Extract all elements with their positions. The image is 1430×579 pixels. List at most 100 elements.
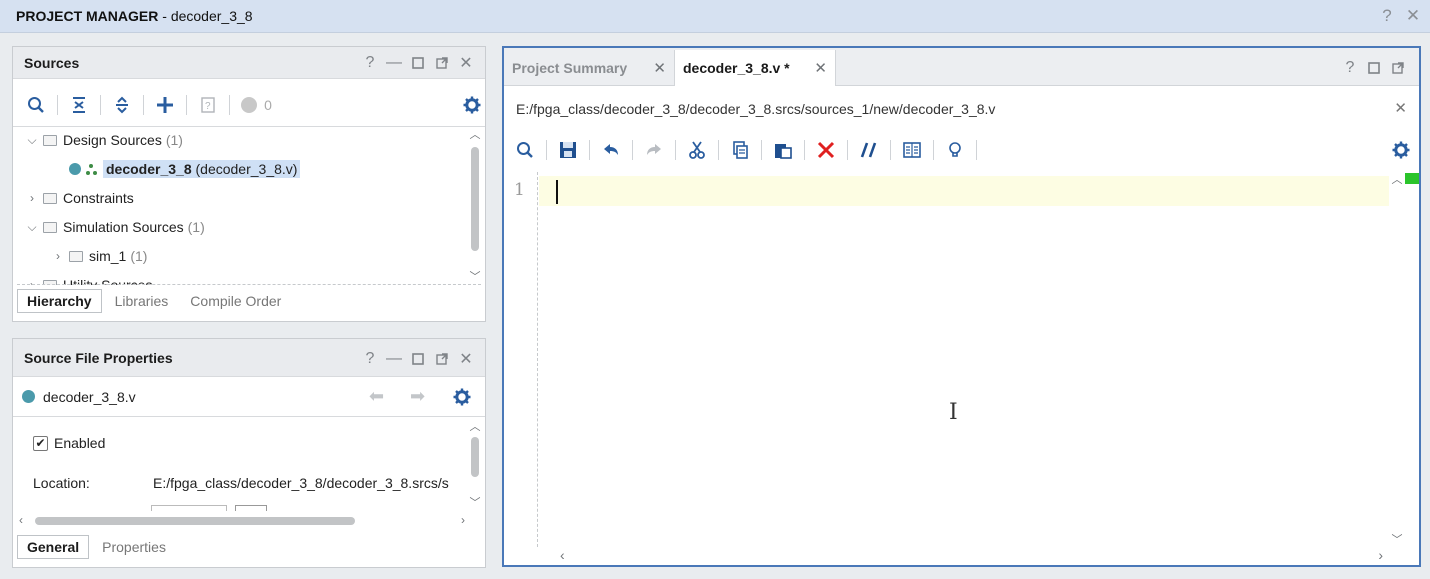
chevron-up-icon[interactable]: ︿ [1391, 174, 1403, 186]
expand-all-icon[interactable] [105, 90, 139, 120]
tree-row-design-sources[interactable]: ⌵ Design Sources (1) [25, 127, 183, 153]
line-gutter: 1 [504, 172, 538, 547]
file-path: E:/fpga_class/decoder_3_8/decoder_3_8.sr… [516, 101, 996, 117]
editor-hscroll[interactable]: ‹ › [560, 547, 1383, 563]
chevron-right-icon[interactable]: › [25, 191, 39, 205]
folder-icon [43, 134, 57, 146]
chevron-down-icon[interactable]: ﹀ [469, 271, 481, 283]
chevron-right-icon[interactable]: › [1378, 547, 1383, 563]
help-icon[interactable]: ? [361, 349, 379, 369]
close-icon[interactable]: ✕ [1404, 6, 1422, 26]
forward-arrow-icon[interactable]: ➡ [410, 386, 425, 407]
close-icon[interactable]: ✕ [457, 349, 475, 369]
help-icon[interactable]: ? [361, 53, 379, 73]
chevron-down-icon[interactable]: ﹀ [1391, 534, 1403, 546]
tab-general[interactable]: General [17, 535, 90, 559]
tree-label: sim_1 [89, 248, 127, 264]
columns-icon[interactable] [895, 135, 929, 165]
comment-icon[interactable] [852, 135, 886, 165]
minimize-icon[interactable]: — [385, 53, 403, 73]
maximize-icon[interactable] [409, 53, 427, 73]
button-partial[interactable] [235, 505, 267, 511]
properties-vscroll[interactable]: ︿ ﹀ [469, 421, 481, 509]
tree-count: (1) [165, 132, 183, 148]
editor-vscroll[interactable]: ︿ ﹀ [1391, 172, 1403, 548]
chevron-down-icon[interactable]: ⌵ [25, 220, 39, 234]
float-icon[interactable] [1389, 58, 1407, 78]
close-icon[interactable]: ✕ [814, 59, 827, 77]
tab-libraries[interactable]: Libraries [106, 290, 178, 312]
float-icon[interactable] [433, 349, 451, 369]
cut-icon[interactable] [680, 135, 714, 165]
help-icon[interactable]: ? [1378, 6, 1396, 26]
tab-project-summary[interactable]: Project Summary ✕ [504, 50, 674, 86]
gear-icon[interactable] [1384, 135, 1418, 165]
properties-file-row: decoder_3_8.v ⬅ ➡ [13, 377, 485, 417]
search-icon[interactable] [19, 90, 53, 120]
search-icon[interactable] [508, 135, 542, 165]
collapse-all-icon[interactable] [62, 90, 96, 120]
chevron-left-icon[interactable]: ‹ [19, 513, 23, 527]
enabled-checkbox[interactable]: ✔ [33, 435, 48, 451]
tree-row-decoder[interactable]: decoder_3_8 (decoder_3_8.v) [69, 156, 301, 182]
chevron-down-icon[interactable]: ⌵ [25, 133, 39, 147]
section-name: PROJECT MANAGER [16, 8, 159, 24]
maximize-icon[interactable] [409, 349, 427, 369]
tab-properties[interactable]: Properties [93, 536, 175, 558]
sources-tabs: Hierarchy Libraries Compile Order [17, 288, 294, 314]
delete-icon[interactable] [809, 135, 843, 165]
module-name: decoder_3_8 [106, 161, 192, 177]
add-icon[interactable] [148, 90, 182, 120]
status-count: 0 [264, 97, 272, 113]
folder-icon [43, 221, 57, 233]
editor-panel: Project Summary ✕ decoder_3_8.v * ✕ ? E:/f… [502, 46, 1421, 567]
minimize-icon[interactable]: — [385, 349, 403, 369]
help-icon[interactable]: ? [1341, 58, 1359, 78]
title-separator: - [158, 8, 171, 24]
chevron-left-icon[interactable]: ‹ [560, 547, 565, 563]
chevron-right-icon[interactable]: › [461, 513, 465, 527]
properties-header: Source File Properties ? — ✕ [13, 339, 485, 377]
tab-label: Project Summary [512, 60, 628, 76]
properties-title: Source File Properties [24, 350, 173, 366]
code-editor[interactable]: I [539, 172, 1389, 547]
tree-scrollbar[interactable]: ︿ ﹀ [469, 129, 481, 283]
maximize-icon[interactable] [1365, 58, 1383, 78]
close-icon[interactable]: ✕ [457, 53, 475, 73]
folder-icon [69, 250, 83, 262]
chevron-down-icon[interactable]: ﹀ [469, 497, 481, 509]
gear-icon[interactable] [455, 90, 489, 120]
tree-row-simulation-sources[interactable]: ⌵ Simulation Sources (1) [25, 214, 205, 240]
selected-source[interactable]: decoder_3_8 (decoder_3_8.v) [103, 160, 301, 178]
save-icon[interactable] [551, 135, 585, 165]
paste-icon[interactable] [766, 135, 800, 165]
tree-row-constraints[interactable]: › Constraints [25, 185, 134, 211]
tree-count: (1) [130, 248, 148, 264]
close-icon[interactable]: ✕ [1394, 99, 1407, 117]
properties-tabs: General Properties [17, 534, 179, 560]
float-icon[interactable] [433, 53, 451, 73]
location-value: E:/fpga_class/decoder_3_8/decoder_3_8.sr… [153, 475, 449, 491]
module-file: (decoder_3_8.v) [195, 161, 298, 177]
gear-icon[interactable] [453, 388, 471, 406]
chevron-up-icon[interactable]: ︿ [469, 421, 481, 433]
project-name: decoder_3_8 [170, 8, 253, 24]
properties-hscroll[interactable]: ‹ › [19, 513, 465, 527]
tab-compile-order[interactable]: Compile Order [181, 290, 290, 312]
redo-icon[interactable] [637, 135, 671, 165]
close-icon[interactable]: ✕ [653, 59, 666, 77]
text-caret [556, 180, 558, 204]
tree-count: (1) [187, 219, 205, 235]
back-arrow-icon[interactable]: ⬅ [369, 386, 384, 407]
chevron-up-icon[interactable]: ︿ [469, 129, 481, 141]
copy-icon[interactable] [723, 135, 757, 165]
properties-icon[interactable]: ? [191, 90, 225, 120]
tab-hierarchy[interactable]: Hierarchy [17, 289, 102, 313]
button-partial[interactable] [151, 505, 227, 511]
chevron-right-icon[interactable]: › [51, 249, 65, 263]
properties-file-name: decoder_3_8.v [43, 388, 136, 405]
tree-row-sim-1[interactable]: › sim_1 (1) [51, 243, 147, 269]
lightbulb-icon[interactable] [938, 135, 972, 165]
tab-decoder-file[interactable]: decoder_3_8.v * ✕ [674, 50, 836, 86]
undo-icon[interactable] [594, 135, 628, 165]
